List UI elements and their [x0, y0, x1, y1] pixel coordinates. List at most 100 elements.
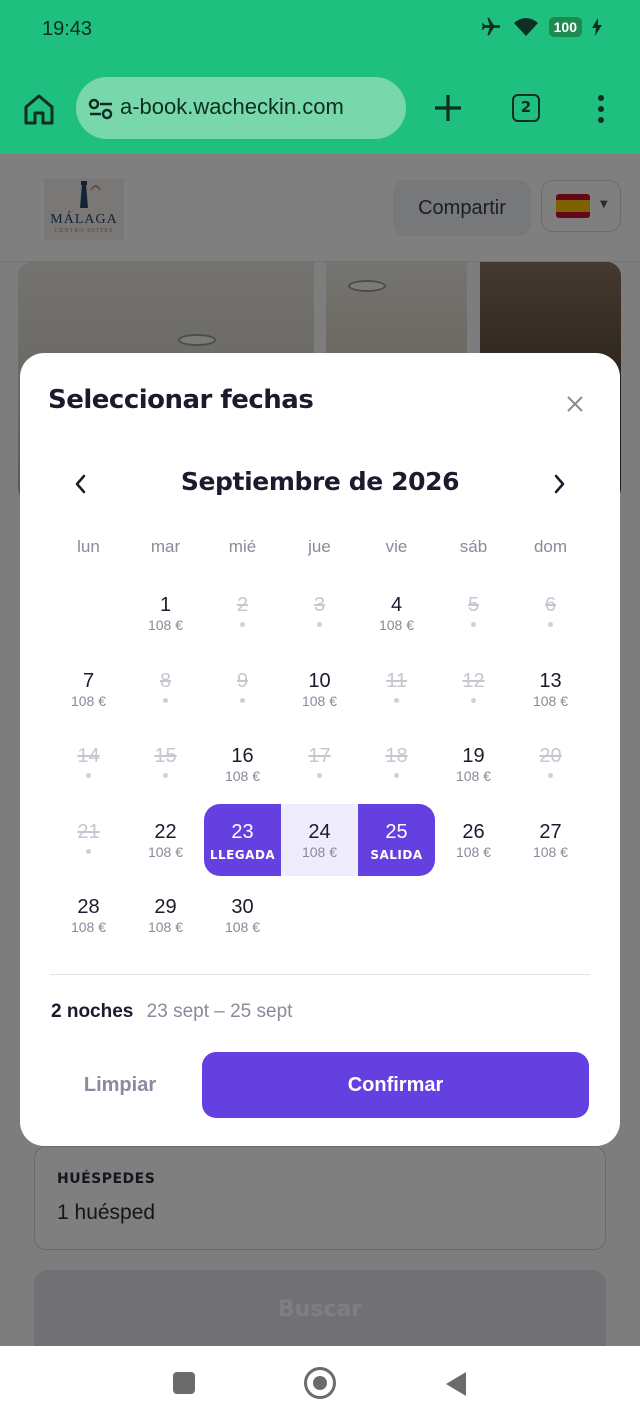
calendar-day[interactable]: 25 SALIDA — [358, 803, 435, 876]
unavailable-dot — [394, 773, 399, 778]
unavailable-dot — [548, 622, 553, 627]
check-in-tag: LLEGADA — [209, 847, 276, 862]
day-price: 108 € — [70, 919, 107, 935]
date-range: 23 sept – 25 sept — [146, 1001, 293, 1022]
airplane-icon — [481, 17, 500, 36]
day-number: 1 — [159, 594, 172, 616]
day-number: 10 — [308, 669, 331, 692]
unavailable-dot — [240, 697, 245, 703]
day-number: 26 — [462, 820, 485, 843]
calendar-day[interactable]: 24 108 € — [281, 803, 358, 876]
day-number: 19 — [462, 745, 485, 767]
day-number: 25 — [385, 820, 408, 843]
day-number: 23 — [231, 820, 254, 843]
calendar-day[interactable]: 30 108 € — [204, 879, 281, 951]
unavailable-dot — [471, 622, 476, 627]
overflow-menu-icon[interactable] — [592, 92, 610, 126]
wifi-icon — [513, 18, 538, 36]
recents-button[interactable] — [173, 1372, 195, 1394]
unavailable-dot — [163, 773, 168, 778]
day-price: 108 € — [147, 843, 184, 860]
calendar-day[interactable]: 16 108 € — [204, 728, 281, 800]
calendar-day[interactable]: 27 108 € — [512, 804, 589, 876]
calendar-day: 20 — [512, 728, 589, 800]
unavailable-dot — [86, 773, 91, 778]
next-month-icon[interactable] — [546, 467, 572, 501]
day-number: 30 — [231, 896, 254, 918]
day-number: 12 — [462, 669, 485, 692]
back-icon[interactable] — [444, 1371, 468, 1397]
calendar-day: 18 — [358, 728, 435, 800]
day-number: 9 — [236, 669, 249, 692]
day-number: 16 — [231, 745, 254, 767]
day-price: 108 € — [301, 692, 338, 709]
calendar-day: 2 — [204, 577, 281, 649]
day-number: 11 — [386, 669, 407, 692]
stay-summary: 2 noches 23 sept – 25 sept — [51, 1001, 292, 1023]
calendar-day: 3 — [281, 577, 358, 649]
month-title: Septiembre de 2026 — [180, 467, 460, 496]
weekday-header: lun mar mié jue vie sáb dom — [50, 537, 589, 561]
divider — [50, 974, 590, 975]
calendar-day[interactable]: 26 108 € — [435, 804, 512, 876]
calendar-day: 12 — [435, 653, 512, 725]
unavailable-dot — [394, 697, 399, 703]
home-button[interactable] — [304, 1367, 336, 1399]
calendar-day: 17 — [281, 728, 358, 800]
modal-title: Seleccionar fechas — [48, 385, 314, 415]
day-number: 24 — [308, 820, 331, 843]
weekday-label: lun — [77, 537, 100, 556]
system-nav-bar — [0, 1346, 640, 1422]
calendar-day[interactable]: 22 108 € — [127, 804, 204, 876]
calendar-day: 6 — [512, 577, 589, 649]
weekday-label: dom — [533, 537, 568, 556]
url-bar[interactable]: a-book.wacheckin.com — [76, 77, 406, 139]
day-price: 108 € — [147, 919, 184, 935]
home-icon[interactable] — [22, 92, 56, 126]
day-price: 108 € — [224, 768, 261, 784]
site-settings-icon[interactable] — [88, 97, 114, 121]
calendar-day: 21 — [50, 804, 127, 876]
calendar-day[interactable]: 28 108 € — [50, 879, 127, 951]
day-number: 28 — [77, 896, 100, 918]
day-price: 108 € — [70, 692, 107, 709]
day-number: 22 — [154, 820, 177, 843]
calendar-day[interactable]: 1 108 € — [127, 577, 204, 649]
clear-button[interactable]: Limpiar — [50, 1053, 190, 1117]
day-number: 21 — [77, 820, 100, 843]
tab-switcher-button[interactable]: 2 — [512, 94, 540, 122]
weekday-label: jue — [308, 537, 331, 556]
day-number: 15 — [154, 745, 177, 767]
calendar-day[interactable]: 4 108 € — [358, 577, 435, 649]
weekday-label: mié — [228, 537, 257, 556]
status-icons: 100 — [479, 16, 602, 38]
day-number: 8 — [159, 669, 172, 692]
calendar-day: 11 — [358, 653, 435, 725]
day-price: 108 € — [224, 919, 261, 935]
day-number: 3 — [313, 594, 326, 616]
day-price: 108 € — [147, 617, 184, 633]
previous-month-icon[interactable] — [68, 467, 94, 501]
close-icon[interactable] — [562, 391, 588, 417]
calendar-day[interactable]: 7 108 € — [50, 653, 127, 725]
date-picker-modal: Seleccionar fechas Septiembre de 2026 lu… — [20, 353, 620, 1146]
day-number: 18 — [385, 745, 408, 767]
calendar-day: 9 — [204, 653, 281, 725]
calendar-day[interactable]: 13 108 € — [512, 653, 589, 725]
weekday-label: vie — [385, 537, 408, 556]
unavailable-dot — [548, 773, 553, 778]
day-number: 14 — [77, 745, 100, 767]
unavailable-dot — [86, 848, 91, 854]
confirm-button[interactable]: Confirmar — [202, 1052, 589, 1118]
calendar-day[interactable]: 10 108 € — [281, 653, 358, 725]
new-tab-icon[interactable] — [432, 92, 464, 124]
calendar-day[interactable]: 19 108 € — [435, 728, 512, 800]
calendar-day[interactable]: 23 LLEGADA — [204, 803, 281, 876]
calendar-day[interactable]: 29 108 € — [127, 879, 204, 951]
calendar-day: 15 — [127, 728, 204, 800]
day-number: 13 — [539, 669, 562, 692]
day-number: 17 — [308, 745, 331, 767]
unavailable-dot — [240, 622, 245, 627]
calendar-day: 14 — [50, 728, 127, 800]
day-number: 6 — [544, 594, 557, 616]
